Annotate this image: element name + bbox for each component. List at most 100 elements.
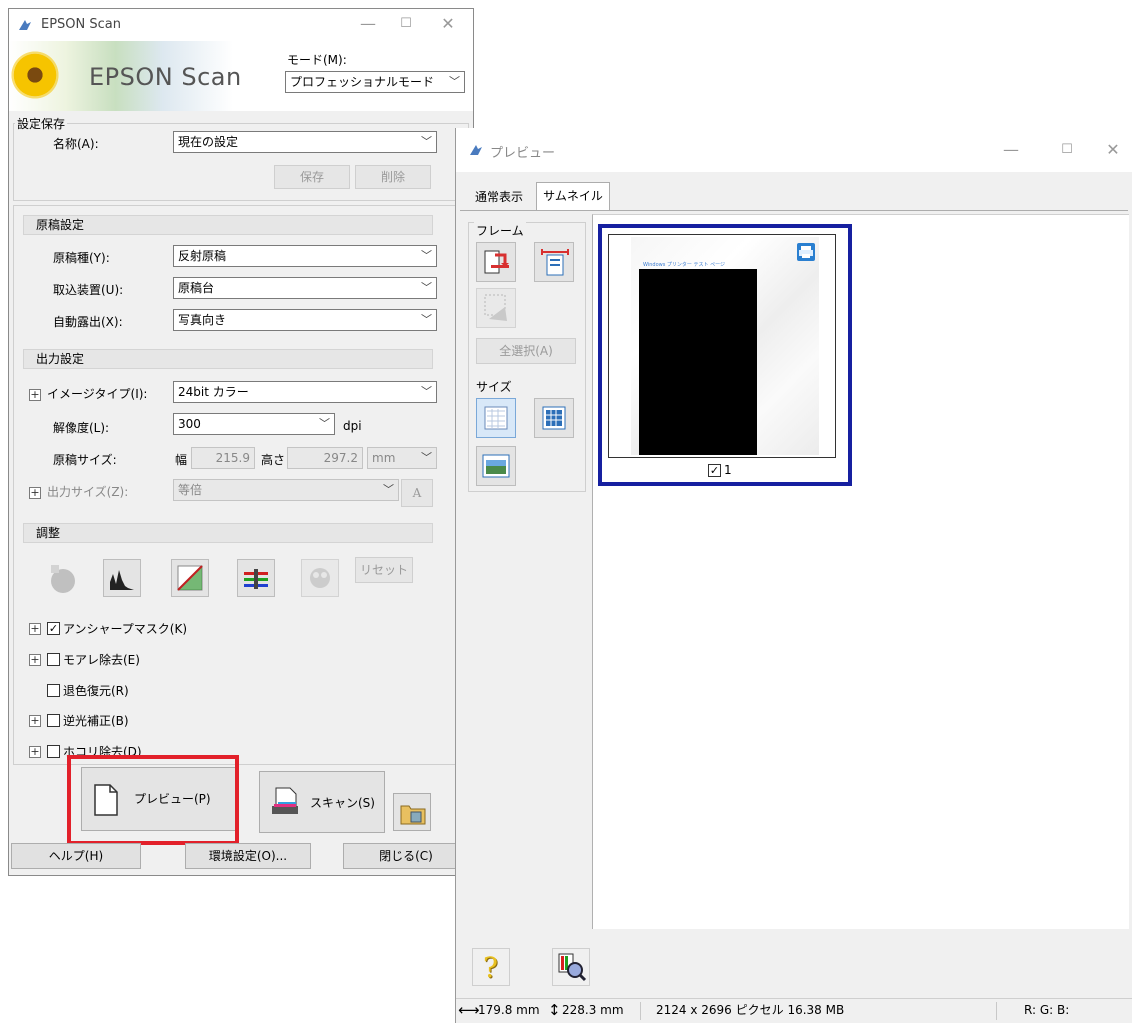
resolution-select[interactable]: 300 ﹀	[173, 413, 335, 435]
mode-label: モード(M):	[287, 53, 347, 67]
config-button[interactable]: 環境設定(O)...	[185, 843, 311, 869]
document-type-value: 反射原稿	[178, 249, 227, 263]
small-thumbnail-icon[interactable]	[476, 398, 516, 438]
scan-button-label: スキャン(S)	[310, 796, 375, 810]
image-type-select[interactable]: 24bit カラー ﹀	[173, 381, 437, 403]
target-size-value: 等倍	[178, 483, 203, 497]
status-separator	[996, 1002, 997, 1020]
output-section-title: 出力設定	[23, 349, 433, 369]
auto-exposure-select[interactable]: 写真向き ﹀	[173, 309, 437, 331]
rotate-frame-icon[interactable]	[476, 288, 516, 328]
delete-button[interactable]: 削除	[355, 165, 431, 189]
auto-exposure-value: 写真向き	[178, 313, 227, 327]
expand-backlight-button[interactable]: +	[29, 715, 41, 727]
save-button[interactable]: 保存	[274, 165, 350, 189]
width-field[interactable]: 215.9	[191, 447, 255, 469]
chevron-down-icon: ﹀	[421, 313, 432, 326]
target-size-select[interactable]: 等倍 ﹀	[173, 479, 399, 501]
close-icon[interactable]: ✕	[433, 13, 463, 35]
resolution-label: 解像度(L):	[53, 421, 110, 435]
minimize-icon[interactable]: —	[996, 139, 1026, 161]
resolution-unit: dpi	[343, 419, 362, 433]
auto-locate-icon[interactable]	[476, 242, 516, 282]
brand-banner: EPSON Scan モード(M): プロフェッショナルモード ﹀	[9, 41, 473, 111]
expand-dust-button[interactable]: +	[29, 746, 41, 758]
image-type-value: 24bit カラー	[178, 385, 249, 399]
dust-checkbox[interactable]	[47, 745, 60, 758]
status-bar: ⟷ 179.8 mm ↕ 228.3 mm 2124 x 2696 ピクセル 1…	[456, 998, 1132, 1023]
adjust-section-title: 調整	[23, 523, 433, 543]
help-button[interactable]: ヘルプ(H)	[11, 843, 141, 869]
status-separator	[640, 1002, 641, 1020]
text-enhance-icon[interactable]: A	[401, 479, 433, 507]
backlight-label: 逆光補正(B)	[63, 714, 129, 728]
reset-button[interactable]: リセット	[355, 557, 413, 583]
tone-curve-icon[interactable]	[171, 559, 209, 597]
document-section-title: 原稿設定	[23, 215, 433, 235]
epson-app-icon	[470, 145, 482, 155]
document-source-value: 原稿台	[178, 281, 215, 295]
thumbnail-highlight	[598, 224, 852, 486]
minimize-icon[interactable]: —	[353, 13, 383, 35]
window-title: EPSON Scan	[41, 17, 121, 32]
mode-select[interactable]: プロフェッショナルモード ﹀	[285, 71, 465, 93]
color-balance-icon[interactable]	[237, 559, 275, 597]
select-all-button[interactable]: 全選択(A)	[476, 338, 576, 364]
vertical-arrow-icon: ↕	[548, 1001, 561, 1019]
chevron-down-icon: ﹀	[421, 135, 432, 148]
epson-scan-window: EPSON Scan — ☐ ✕ EPSON Scan モード(M): プロフェ…	[8, 8, 474, 876]
chevron-down-icon: ﹀	[421, 249, 432, 262]
tab-thumbnail[interactable]: サムネイル	[536, 182, 610, 210]
tab-normal-view[interactable]: 通常表示	[462, 186, 536, 210]
document-size-label: 原稿サイズ:	[53, 453, 117, 467]
target-size-label: 出力サイズ(Z):	[47, 485, 129, 499]
resolution-value: 300	[178, 417, 201, 431]
close-icon[interactable]: ✕	[1098, 139, 1128, 161]
color-restore-checkbox[interactable]	[47, 684, 60, 697]
maximize-icon: ☐	[1061, 142, 1073, 157]
size-unit-value: mm	[372, 451, 396, 465]
status-rgb: R: G: B:	[1024, 1003, 1070, 1017]
auto-exposure-tool-icon[interactable]	[43, 559, 81, 597]
scan-button[interactable]: スキャン(S)	[259, 771, 385, 833]
moire-checkbox[interactable]	[47, 653, 60, 666]
preview-title-bar[interactable]: プレビュー — ☐ ✕	[456, 128, 1132, 172]
maximize-icon: ☐	[400, 16, 412, 31]
close-button[interactable]: 閉じる(C)	[343, 843, 469, 869]
status-height: 228.3 mm	[562, 1003, 624, 1017]
medium-thumbnail-icon[interactable]	[534, 398, 574, 438]
sunflower-icon	[9, 45, 65, 105]
size-unit-select[interactable]: mm ﹀	[367, 447, 437, 469]
zoom-icon[interactable]	[552, 948, 590, 986]
expand-target-size-button[interactable]: +	[29, 487, 41, 499]
document-type-select[interactable]: 反射原稿 ﹀	[173, 245, 437, 267]
histogram-icon[interactable]	[103, 559, 141, 597]
chevron-down-icon: ﹀	[319, 417, 330, 430]
unsharp-checkbox[interactable]: ✓	[47, 622, 60, 635]
unsharp-label: アンシャープマスク(K)	[63, 622, 188, 636]
color-palette-icon[interactable]	[301, 559, 339, 597]
expand-moire-button[interactable]: +	[29, 654, 41, 666]
chevron-down-icon: ﹀	[421, 451, 432, 464]
chevron-down-icon: ﹀	[449, 75, 460, 88]
height-field[interactable]: 297.2	[287, 447, 363, 469]
expand-image-type-button[interactable]: +	[29, 389, 41, 401]
horizontal-arrow-icon: ⟷	[458, 1001, 480, 1019]
settings-name-select[interactable]: 現在の設定 ﹀	[173, 131, 437, 153]
document-type-label: 原稿種(Y):	[53, 251, 110, 265]
expand-unsharp-button[interactable]: +	[29, 623, 41, 635]
frame-group-title: フレーム	[474, 222, 526, 239]
epson-app-icon	[19, 20, 31, 30]
chevron-down-icon: ﹀	[421, 281, 432, 294]
help-icon[interactable]: ?	[472, 948, 510, 986]
folder-icon[interactable]	[393, 793, 431, 831]
title-bar[interactable]: EPSON Scan — ☐ ✕	[9, 9, 473, 41]
backlight-checkbox[interactable]	[47, 714, 60, 727]
large-thumbnail-icon[interactable]	[476, 446, 516, 486]
image-type-label: イメージタイプ(I):	[47, 387, 148, 401]
width-label: 幅	[175, 453, 188, 467]
frame-size-icon[interactable]	[534, 242, 574, 282]
brand-logo-text: EPSON Scan	[89, 63, 242, 91]
document-source-select[interactable]: 原稿台 ﹀	[173, 277, 437, 299]
preview-window-title: プレビュー	[490, 146, 556, 161]
